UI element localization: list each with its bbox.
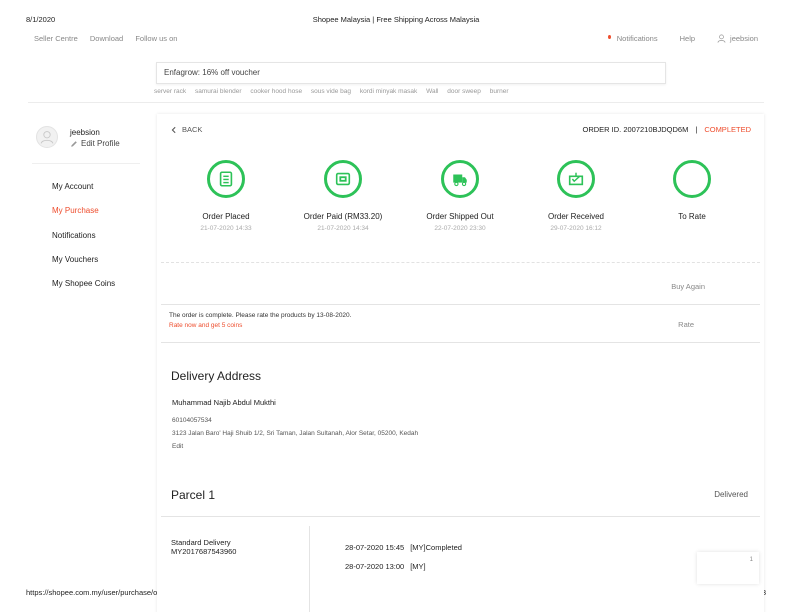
step-order-shipped: Order Shipped Out 22-07-2020 23:30 xyxy=(405,160,515,232)
download-link[interactable]: Download xyxy=(90,34,123,43)
step-circle xyxy=(673,160,711,198)
sidebar-menu: My Account My Purchase Notifications My … xyxy=(52,182,115,303)
truck-icon xyxy=(453,174,467,187)
recipient-name: Muhammad Najib Abdul Mukthi xyxy=(172,398,276,407)
sidebar-username: jeebsion xyxy=(70,128,100,137)
seller-centre-link[interactable]: Seller Centre xyxy=(34,34,78,43)
suggestion-link[interactable]: cooker hood hose xyxy=(250,88,302,95)
tracking-event-text: [MY] xyxy=(410,562,426,571)
avatar-placeholder-icon xyxy=(40,131,54,144)
step-circle xyxy=(557,160,595,198)
tracking-divider xyxy=(309,526,310,612)
order-detail-panel: BACK ORDER ID. 2007210BJDQD6M | COMPLETED … xyxy=(157,114,764,612)
search-input[interactable]: Enfagrow: 16% off voucher xyxy=(156,62,666,84)
sidebar-divider xyxy=(32,163,140,164)
sidebar-item-my-account[interactable]: My Account xyxy=(52,182,115,206)
account-username: jeebsion xyxy=(730,34,758,43)
tracking-number: MY2017687543960 xyxy=(171,547,237,556)
stepper-divider xyxy=(161,262,760,263)
pencil-icon xyxy=(71,140,77,147)
sidebar-item-notifications[interactable]: Notifications xyxy=(52,231,115,255)
user-icon xyxy=(717,34,726,43)
step-to-rate: To Rate xyxy=(637,160,747,225)
step-label: Order Shipped Out xyxy=(426,212,494,221)
order-id: ORDER ID. 2007210BJDQD6M xyxy=(582,125,689,134)
suggestion-link[interactable]: sous vide bag xyxy=(311,88,351,95)
step-label: To Rate xyxy=(678,212,706,221)
edit-profile-link[interactable]: Edit Profile xyxy=(70,139,120,148)
bell-icon xyxy=(606,34,614,43)
header-divider xyxy=(28,102,764,103)
suggestion-link[interactable]: door sweep xyxy=(447,88,481,95)
sidebar-item-my-purchase[interactable]: My Purchase xyxy=(52,206,115,230)
star-icon xyxy=(683,170,701,188)
suggestion-link[interactable]: burner xyxy=(490,88,509,95)
order-complete-note: The order is complete. Please rate the p… xyxy=(169,312,352,319)
step-circle xyxy=(441,160,479,198)
order-id-header: ORDER ID. 2007210BJDQD6M | COMPLETED xyxy=(582,125,751,134)
recipient-address: 3123 Jalan Baro' Haji Shuib 1/2, Sri Tam… xyxy=(172,430,419,437)
step-label: Order Received xyxy=(547,212,605,221)
inbox-icon xyxy=(568,172,584,186)
tracking-event-time: 28-07-2020 13:00 xyxy=(345,562,405,571)
help-label: Help xyxy=(679,34,696,43)
back-label: BACK xyxy=(182,125,203,134)
receipt-icon xyxy=(219,171,233,187)
tracking-event: 28-07-2020 15:45 [MY]Completed xyxy=(345,543,462,552)
delivery-address-title: Delivery Address xyxy=(171,369,262,383)
step-order-received: Order Received 29-07-2020 16:12 xyxy=(521,160,631,232)
order-status: COMPLETED xyxy=(704,125,751,134)
follow-us-link[interactable]: Follow us on xyxy=(135,34,177,43)
rate-button[interactable]: Rate xyxy=(678,320,694,329)
step-timestamp: 21-07-2020 14:34 xyxy=(317,225,369,232)
sidebar-item-my-shopee-coins[interactable]: My Shopee Coins xyxy=(52,279,115,303)
tracking-event: 28-07-2020 13:00 [MY] xyxy=(345,562,426,571)
top-navbar: Seller Centre Download Follow us on Noti… xyxy=(34,34,758,46)
step-order-placed: Order Placed 21-07-2020 14:33 xyxy=(171,160,281,232)
sidebar-item-my-vouchers[interactable]: My Vouchers xyxy=(52,255,115,279)
tracking-event-text: [MY]Completed xyxy=(410,543,462,552)
step-timestamp: 29-07-2020 16:12 xyxy=(550,225,602,232)
step-timestamp: 22-07-2020 23:30 xyxy=(434,225,486,232)
payment-icon xyxy=(335,172,351,186)
step-circle xyxy=(324,160,362,198)
chat-count-badge: 1 xyxy=(749,557,753,563)
step-circle xyxy=(207,160,245,198)
back-button[interactable]: BACK xyxy=(170,125,202,134)
suggestion-link[interactable]: server rack xyxy=(154,88,186,95)
parcel-divider xyxy=(161,516,760,517)
rate-reward-note: Rate now and get 5 coins xyxy=(169,322,243,329)
avatar[interactable] xyxy=(36,126,58,148)
notifications-label: Notifications xyxy=(616,34,658,43)
help-link[interactable]: Help xyxy=(680,34,695,43)
account-menu[interactable]: jeebsion xyxy=(717,34,758,43)
notifications-link[interactable]: Notifications xyxy=(606,34,658,43)
actions-divider xyxy=(161,304,760,305)
recipient-phone: 60104057534 xyxy=(172,417,212,424)
step-label: Order Placed xyxy=(202,212,250,221)
suggestion-link[interactable]: samurai blender xyxy=(195,88,242,95)
order-progress-stepper: Order Placed 21-07-2020 14:33 Order Paid… xyxy=(157,160,764,240)
chevron-left-icon xyxy=(171,126,176,133)
search-suggestions: server rack samurai blender cooker hood … xyxy=(154,88,516,95)
address-edit-link[interactable]: Edit xyxy=(172,443,183,450)
parcel-title: Parcel 1 xyxy=(171,488,216,502)
buy-again-button[interactable]: Buy Again xyxy=(671,282,705,291)
parcel-status: Delivered xyxy=(714,490,748,499)
step-order-paid: Order Paid (RM33.20) 21-07-2020 14:34 xyxy=(288,160,398,232)
suggestion-link[interactable]: Wall xyxy=(426,88,438,95)
chat-widget[interactable]: 1 xyxy=(697,552,759,584)
step-timestamp: 21-07-2020 14:33 xyxy=(200,225,252,232)
order-id-separator: | xyxy=(695,125,698,134)
suggestion-link[interactable]: kordi minyak masak xyxy=(360,88,417,95)
step-label: Order Paid (RM33.20) xyxy=(303,212,383,221)
tracking-event-time: 28-07-2020 15:45 xyxy=(345,543,405,552)
shipping-method: Standard Delivery xyxy=(171,538,231,547)
print-title: Shopee Malaysia | Free Shipping Across M… xyxy=(312,15,480,24)
edit-profile-label: Edit Profile xyxy=(81,139,120,148)
rate-divider xyxy=(161,342,760,343)
